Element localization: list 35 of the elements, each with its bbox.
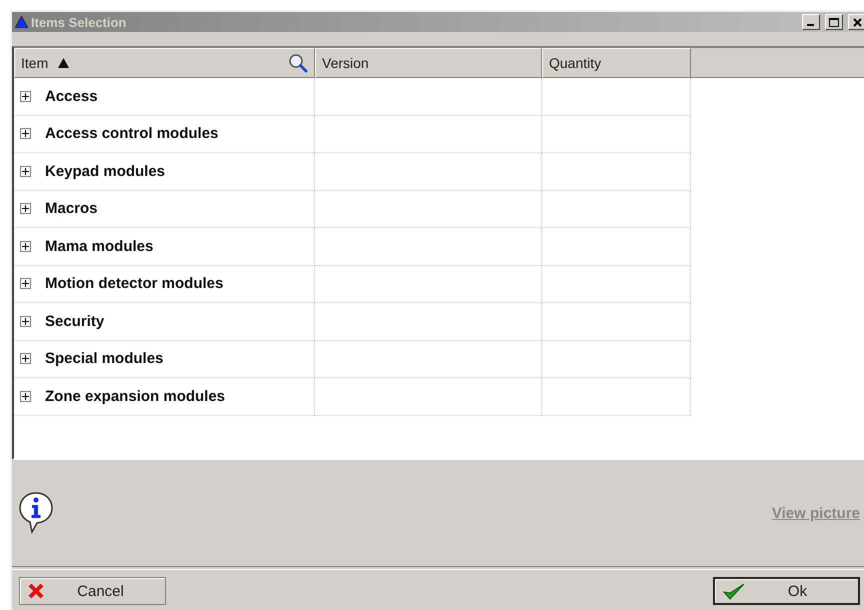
tree-item[interactable]: Macros bbox=[45, 200, 98, 218]
expand-button[interactable] bbox=[20, 240, 31, 252]
search-icon[interactable] bbox=[288, 53, 308, 73]
column-header[interactable]: Quantity bbox=[542, 48, 691, 78]
close-button[interactable] bbox=[848, 14, 864, 30]
maximize-icon bbox=[829, 18, 839, 26]
cross-icon bbox=[28, 583, 44, 599]
expand-button[interactable] bbox=[20, 353, 31, 364]
column-header[interactable]: Item bbox=[14, 48, 315, 78]
expand-button[interactable] bbox=[20, 278, 31, 290]
ok-button[interactable]: Ok bbox=[713, 577, 860, 605]
expand-button[interactable] bbox=[20, 90, 31, 102]
expand-button[interactable] bbox=[20, 166, 31, 177]
column-header[interactable]: Version bbox=[315, 48, 542, 78]
close-icon bbox=[852, 18, 862, 26]
tree-item[interactable]: Motion detector modules bbox=[45, 275, 224, 292]
checkmark-icon bbox=[723, 582, 745, 600]
tree-item[interactable]: Access control modules bbox=[45, 125, 218, 142]
tree-item[interactable]: Zone expansion modules bbox=[45, 388, 226, 405]
tree-item[interactable]: Security bbox=[45, 312, 104, 330]
tree-item[interactable]: Keypad modules bbox=[45, 162, 166, 180]
cancel-button[interactable]: Cancel bbox=[19, 577, 166, 605]
expand-button[interactable] bbox=[20, 390, 31, 402]
app-logo-icon bbox=[15, 16, 28, 28]
expand-button[interactable] bbox=[20, 203, 31, 214]
maximize-button[interactable] bbox=[825, 14, 843, 30]
tree-item[interactable]: Access bbox=[45, 88, 98, 105]
tree-item[interactable]: Special modules bbox=[45, 350, 164, 368]
minimize-button[interactable] bbox=[802, 14, 820, 30]
sort-ascending-icon bbox=[58, 58, 70, 68]
window-title: Items Selection bbox=[31, 14, 128, 30]
expand-button[interactable] bbox=[20, 316, 31, 327]
expand-button[interactable] bbox=[20, 128, 31, 140]
info-speech-bubble-icon bbox=[18, 491, 54, 535]
tree-item[interactable]: Mama modules bbox=[45, 238, 154, 255]
